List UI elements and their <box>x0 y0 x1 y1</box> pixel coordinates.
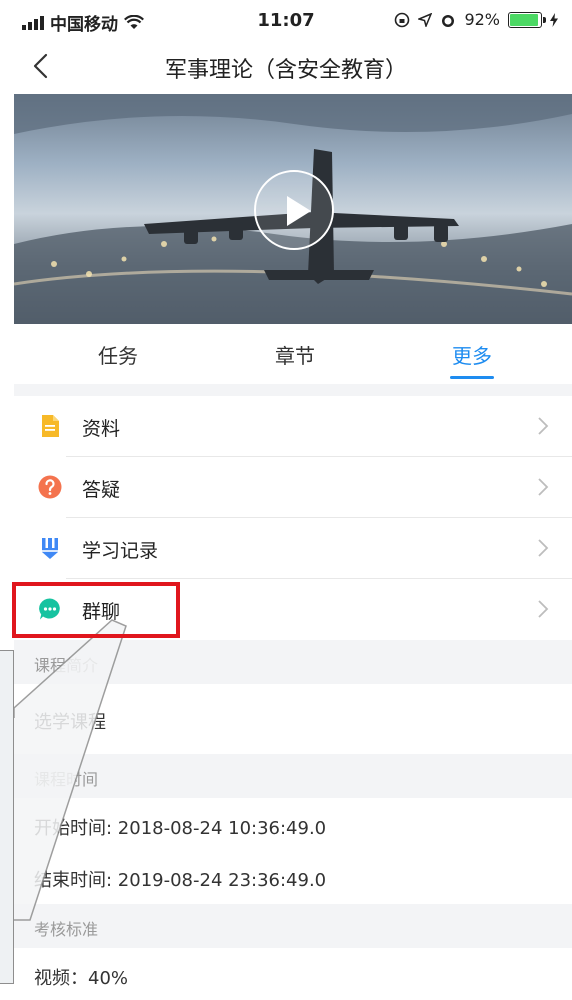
course-video[interactable] <box>14 94 572 324</box>
tab-bar: 任务 章节 更多 <box>14 324 572 384</box>
menu-item-label: 学习记录 <box>82 540 159 562</box>
status-right: 92% <box>394 10 558 29</box>
more-menu: 资料 答疑 学习记录 群聊 <box>14 396 572 640</box>
charging-icon <box>550 12 558 27</box>
intro-body: 选学课程 <box>14 684 572 754</box>
callout-box <box>0 650 14 984</box>
play-button[interactable] <box>254 170 334 250</box>
start-time: 开始时间: 2018-08-24 10:36:49.0 <box>14 798 572 850</box>
page-title: 军事理论（含安全教育） <box>164 58 407 83</box>
menu-item-label: 资料 <box>82 418 121 440</box>
rotation-lock-icon <box>395 12 410 27</box>
battery-icon <box>508 11 546 28</box>
tab-chapters[interactable]: 章节 <box>235 340 355 369</box>
status-bar: 中国移动 11:07 92% <box>0 0 572 44</box>
chevron-right-icon <box>538 417 549 435</box>
file-icon <box>42 415 59 437</box>
menu-item-group-chat[interactable]: 群聊 <box>14 579 572 640</box>
study-record-icon <box>42 538 58 559</box>
battery-fill <box>510 13 538 26</box>
chevron-right-icon <box>538 600 549 618</box>
battery-percent: 92% <box>464 10 500 29</box>
chat-icon <box>39 598 60 620</box>
tab-tasks[interactable]: 任务 <box>58 340 178 369</box>
assessment-video: 视频：40% <box>14 948 572 1000</box>
question-icon <box>38 475 62 499</box>
chevron-right-icon <box>538 539 549 557</box>
end-time: 结束时间: 2019-08-24 23:36:49.0 <box>14 850 572 904</box>
intro-heading: 课程简介 <box>14 640 572 684</box>
menu-item-materials[interactable]: 资料 <box>14 396 572 457</box>
section-gap <box>14 384 572 396</box>
chevron-right-icon <box>538 478 549 496</box>
location-icon <box>418 12 433 27</box>
nav-bar: 军事理论（含安全教育） <box>0 44 572 92</box>
active-tab-indicator <box>450 376 494 379</box>
time-heading: 课程时间 <box>14 754 572 798</box>
alarm-icon <box>442 14 455 27</box>
assessment-heading: 考核标准 <box>14 904 572 948</box>
menu-item-qa[interactable]: 答疑 <box>14 457 572 518</box>
menu-item-label: 答疑 <box>82 479 121 501</box>
menu-item-study-record[interactable]: 学习记录 <box>14 518 572 579</box>
tab-more[interactable]: 更多 <box>412 340 532 369</box>
menu-item-label: 群聊 <box>82 601 121 623</box>
